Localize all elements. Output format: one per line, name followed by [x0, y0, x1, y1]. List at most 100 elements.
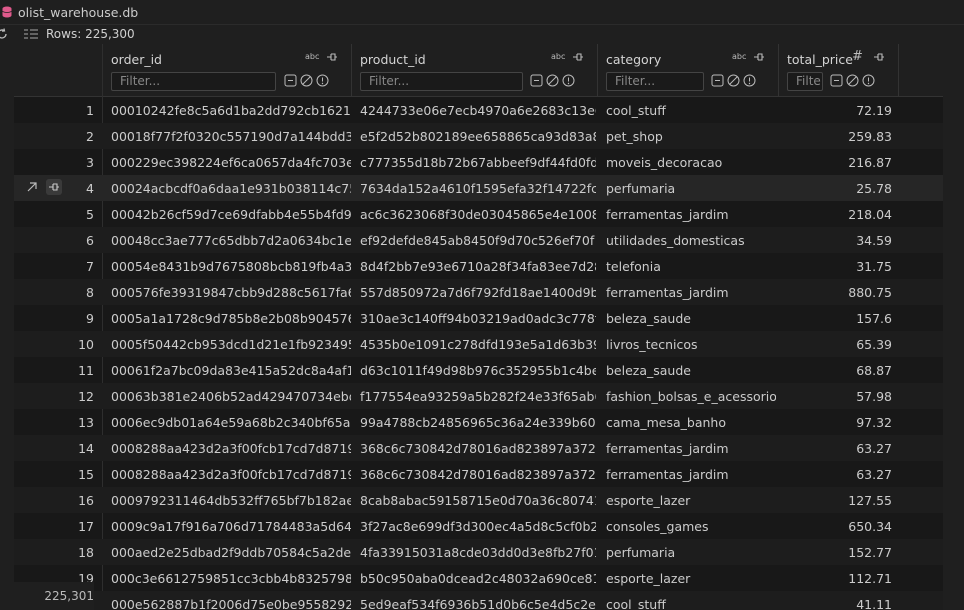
cell-product-id[interactable]: b50c950aba0dcead2c48032a690ce817: [360, 565, 596, 591]
table-row[interactable]: 17 0009c9a17f916a706d71784483a5d643 3f27ac…: [14, 513, 943, 539]
cell-total-price[interactable]: 650.34: [780, 513, 892, 539]
cell-total-price[interactable]: 72.19: [780, 97, 892, 123]
clear-filter-icon[interactable]: [727, 74, 740, 87]
table-row[interactable]: 10 0005f50442cb953dcd1d21e1fb923495 4535b0…: [14, 331, 943, 357]
cell-category[interactable]: perfumaria: [606, 175, 776, 201]
cell-product-id[interactable]: 557d850972a7d6f792fd18ae1400d9b6: [360, 279, 596, 305]
column-header-order-id[interactable]: order_id abc Filter...: [103, 44, 352, 96]
cell-category[interactable]: ferramentas_jardim: [606, 461, 776, 487]
cell-order-id[interactable]: 00010242fe8c5a6d1ba2dd792cb16214: [111, 97, 351, 123]
cell-total-price[interactable]: 97.32: [780, 409, 892, 435]
table-row[interactable]: 12 00063b381e2406b52ad429470734ebd5 f17755…: [14, 383, 943, 409]
cell-product-id[interactable]: 7634da152a4610f1595efa32f14722fc: [360, 175, 596, 201]
cell-total-price[interactable]: 68.87: [780, 357, 892, 383]
column-header-total-price[interactable]: total_price # Filte: [779, 44, 899, 96]
cell-total-price[interactable]: 63.27: [780, 461, 892, 487]
filter-mode-icon[interactable]: [830, 74, 843, 87]
table-row[interactable]: 18 000aed2e25dbad2f9ddb70584c5a2ded 4fa339…: [14, 539, 943, 565]
cell-total-price[interactable]: 880.75: [780, 279, 892, 305]
cell-order-id[interactable]: 0009c9a17f916a706d71784483a5d643: [111, 513, 351, 539]
table-row[interactable]: 15 0008288aa423d2a3f00fcb17cd7d8719 368c6c…: [14, 461, 943, 487]
filter-input[interactable]: Filter...: [606, 72, 704, 91]
cell-total-price[interactable]: 31.75: [780, 253, 892, 279]
cell-product-id[interactable]: 99a4788cb24856965c36a24e339b6058: [360, 409, 596, 435]
cell-total-price[interactable]: 34.59: [780, 227, 892, 253]
cell-order-id[interactable]: 0008288aa423d2a3f00fcb17cd7d8719: [111, 461, 351, 487]
cell-order-id[interactable]: 00054e8431b9d7675808bcb819fb4a32: [111, 253, 351, 279]
cell-product-id[interactable]: 8d4f2bb7e93e6710a28f34fa83ee7d28: [360, 253, 596, 279]
cell-order-id[interactable]: 00042b26cf59d7ce69dfabb4e55b4fd9: [111, 201, 351, 227]
cell-total-price[interactable]: 218.04: [780, 201, 892, 227]
cell-product-id[interactable]: 368c6c730842d78016ad823897a372db: [360, 461, 596, 487]
cell-product-id[interactable]: 4fa33915031a8cde03dd0d3e8fb27f01: [360, 539, 596, 565]
cell-category[interactable]: esporte_lazer: [606, 565, 776, 591]
clear-filter-icon[interactable]: [546, 74, 559, 87]
filter-mode-icon[interactable]: [711, 74, 724, 87]
filter-input[interactable]: Filter...: [111, 72, 276, 91]
cell-product-id[interactable]: 5ed9eaf534f6936b51d0b6c5e4d5c2e9: [360, 591, 596, 610]
table-row[interactable]: 3 000229ec398224ef6ca0657da4fc703e c777355…: [14, 149, 943, 175]
cell-order-id[interactable]: 0008288aa423d2a3f00fcb17cd7d8719: [111, 435, 351, 461]
table-row[interactable]: 8 000576fe39319847cbb9d288c5617fa6 557d850…: [14, 279, 943, 305]
cell-category[interactable]: fashion_bolsas_e_acessorios: [606, 383, 776, 409]
info-icon[interactable]: [562, 74, 575, 87]
info-icon[interactable]: [862, 74, 875, 87]
cell-category[interactable]: ferramentas_jardim: [606, 435, 776, 461]
table-row[interactable]: 14 0008288aa423d2a3f00fcb17cd7d8719 368c6c…: [14, 435, 943, 461]
cell-order-id[interactable]: 00061f2a7bc09da83e415a52dc8a4af1: [111, 357, 351, 383]
cell-order-id[interactable]: 000576fe39319847cbb9d288c5617fa6: [111, 279, 351, 305]
cell-total-price[interactable]: 127.55: [780, 487, 892, 513]
cell-order-id[interactable]: 000aed2e25dbad2f9ddb70584c5a2ded: [111, 539, 351, 565]
cell-total-price[interactable]: 112.71: [780, 565, 892, 591]
cell-category[interactable]: livros_tecnicos: [606, 331, 776, 357]
info-icon[interactable]: [316, 74, 329, 87]
cell-total-price[interactable]: 25.78: [780, 175, 892, 201]
cell-order-id[interactable]: 0006ec9db01a64e59a68b2c340bf65a7: [111, 409, 351, 435]
cell-total-price[interactable]: 41.11: [780, 591, 892, 610]
table-row[interactable]: 20000e562887b1f2006d75e0be9558292e5ed9ea…: [14, 591, 943, 610]
column-header-product-id[interactable]: product_id abc Filter...: [352, 44, 598, 96]
cell-order-id[interactable]: 000c3e6612759851cc3cbb4b83257986: [111, 565, 351, 591]
info-icon[interactable]: [743, 74, 756, 87]
cell-product-id[interactable]: 368c6c730842d78016ad823897a372db: [360, 435, 596, 461]
cell-total-price[interactable]: 63.27: [780, 435, 892, 461]
pin-row-icon[interactable]: [46, 179, 62, 195]
table-row[interactable]: 11 00061f2a7bc09da83e415a52dc8a4af1 d63c10…: [14, 357, 943, 383]
cell-product-id[interactable]: e5f2d52b802189ee658865ca93d83a8f: [360, 123, 596, 149]
pin-icon[interactable]: [326, 51, 338, 63]
filter-mode-icon[interactable]: [530, 74, 543, 87]
cell-product-id[interactable]: f177554ea93259a5b282f24e33f65ab6: [360, 383, 596, 409]
cell-category[interactable]: cool_stuff: [606, 97, 776, 123]
refresh-icon[interactable]: [0, 28, 8, 40]
cell-total-price[interactable]: 57.98: [780, 383, 892, 409]
cell-product-id[interactable]: 4244733e06e7ecb4970a6e2683c13e61: [360, 97, 596, 123]
cell-order-id[interactable]: 0005a1a1728c9d785b8e2b08b904576c: [111, 305, 351, 331]
filter-mode-icon[interactable]: [284, 74, 297, 87]
cell-product-id[interactable]: ac6c3623068f30de03045865e4e10089: [360, 201, 596, 227]
cell-order-id[interactable]: 00048cc3ae777c65dbb7d2a0634bc1ea: [111, 227, 351, 253]
cell-order-id[interactable]: 0005f50442cb953dcd1d21e1fb923495: [111, 331, 351, 357]
cell-category[interactable]: pet_shop: [606, 123, 776, 149]
pin-icon[interactable]: [873, 51, 885, 63]
cell-product-id[interactable]: 3f27ac8e699df3d300ec4a5d8c5cf0b2: [360, 513, 596, 539]
cell-product-id[interactable]: 8cab8abac59158715e0d70a36c807415: [360, 487, 596, 513]
cell-product-id[interactable]: d63c1011f49d98b976c352955b1c4bea: [360, 357, 596, 383]
cell-product-id[interactable]: 4535b0e1091c278dfd193e5a1d63b39f: [360, 331, 596, 357]
cell-category[interactable]: ferramentas_jardim: [606, 201, 776, 227]
table-row[interactable]: 13 0006ec9db01a64e59a68b2c340bf65a7 99a478…: [14, 409, 943, 435]
cell-order-id[interactable]: 00024acbcdf0a6daa1e931b038114c75: [111, 175, 351, 201]
cell-product-id[interactable]: 310ae3c140ff94b03219ad0adc3c778f: [360, 305, 596, 331]
cell-total-price[interactable]: 152.77: [780, 539, 892, 565]
cell-category[interactable]: perfumaria: [606, 539, 776, 565]
cell-category[interactable]: consoles_games: [606, 513, 776, 539]
cell-category[interactable]: beleza_saude: [606, 305, 776, 331]
table-row[interactable]: 16 0009792311464db532ff765bf7b182ae 8cab8a…: [14, 487, 943, 513]
table-row[interactable]: 2 00018f77f2f0320c557190d7a144bdd3 e5f2d52…: [14, 123, 943, 149]
cell-total-price[interactable]: 65.39: [780, 331, 892, 357]
cell-category[interactable]: telefonia: [606, 253, 776, 279]
cell-category[interactable]: beleza_saude: [606, 357, 776, 383]
column-header-category[interactable]: category abc Filter...: [598, 44, 779, 96]
clear-filter-icon[interactable]: [300, 74, 313, 87]
cell-total-price[interactable]: 157.6: [780, 305, 892, 331]
cell-total-price[interactable]: 216.87: [780, 149, 892, 175]
